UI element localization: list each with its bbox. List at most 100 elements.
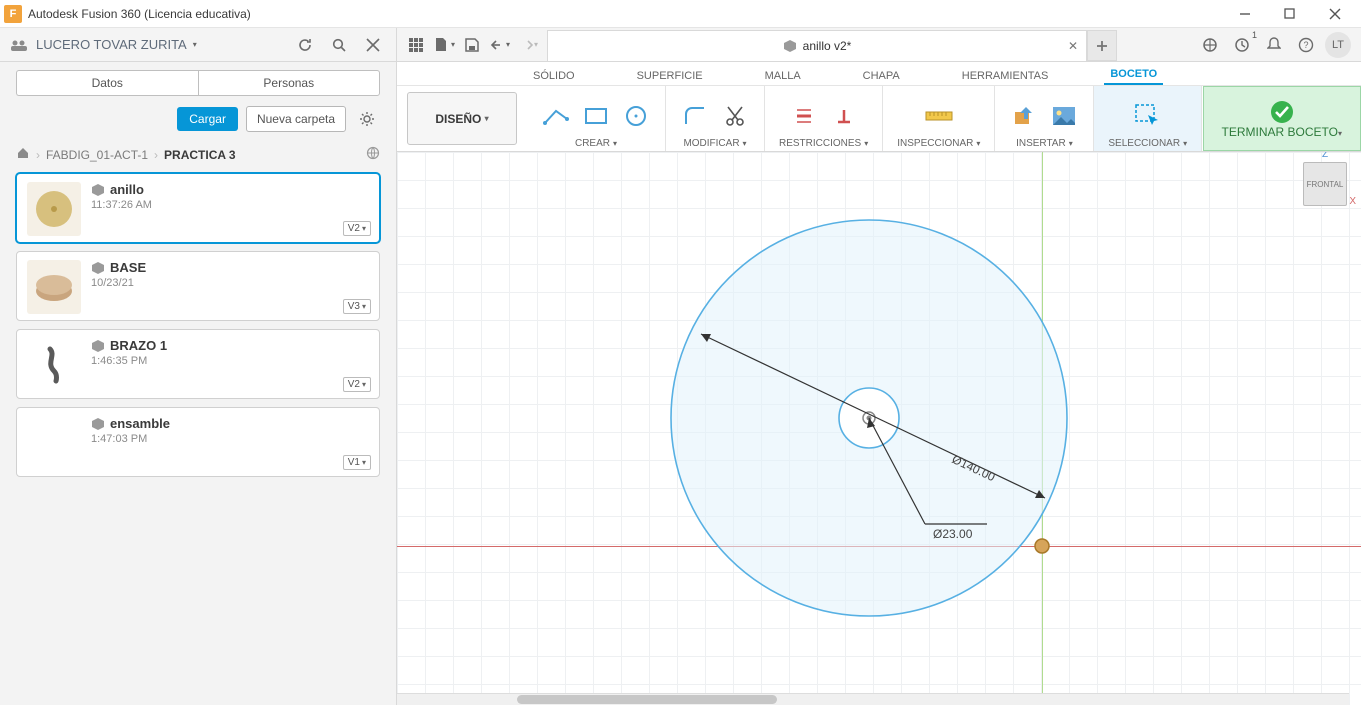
ribbon-tab-sheet[interactable]: CHAPA (857, 66, 906, 85)
axis-x-label: X (1349, 196, 1356, 207)
home-icon[interactable] (16, 146, 30, 163)
component-icon (91, 183, 105, 197)
notifications-button[interactable] (1261, 32, 1287, 58)
version-dropdown[interactable]: V3▾ (343, 299, 371, 314)
undo-button[interactable]: ▾ (487, 32, 513, 58)
team-name-dropdown[interactable]: LUCERO TOVAR ZURITA ▾ (36, 37, 197, 52)
ribbon-group-modify: MODIFICAR▾ (666, 86, 765, 151)
window-maximize-button[interactable] (1267, 0, 1312, 28)
chevron-down-icon: ▾ (193, 40, 197, 49)
line-tool-button[interactable] (541, 101, 571, 131)
job-status-button[interactable]: 1 (1229, 32, 1255, 58)
design-time: 10/23/21 (91, 277, 146, 289)
perpendicular-constraint-button[interactable] (829, 101, 859, 131)
save-button[interactable] (459, 32, 485, 58)
ribbon-tab-solid[interactable]: SÓLIDO (527, 66, 581, 85)
ribbon-group-label[interactable]: CREAR▾ (575, 136, 617, 149)
ribbon-group-create: CREAR▾ (527, 86, 666, 151)
upload-button[interactable]: Cargar (177, 107, 238, 131)
document-tab-label: anillo v2* (803, 39, 852, 53)
document-tab[interactable]: anillo v2* ✕ (547, 30, 1087, 61)
grid-apps-button[interactable] (403, 32, 429, 58)
ribbon-group-label[interactable]: RESTRICCIONES▾ (779, 136, 868, 149)
user-avatar[interactable]: LT (1325, 32, 1351, 58)
design-time: 11:37:26 AM (91, 199, 152, 211)
version-dropdown[interactable]: V2▾ (343, 377, 371, 392)
ribbon-tab-mesh[interactable]: MALLA (759, 66, 807, 85)
tab-data[interactable]: Datos (16, 70, 198, 96)
refresh-button[interactable] (292, 32, 318, 58)
design-card[interactable]: anillo 11:37:26 AM V2▾ (16, 173, 380, 243)
breadcrumb-separator: › (154, 148, 158, 162)
ribbon-group-label[interactable]: INSERTAR▾ (1016, 136, 1073, 149)
share-icon[interactable] (366, 146, 380, 163)
trim-tool-button[interactable] (720, 101, 750, 131)
breadcrumb-project[interactable]: FABDIG_01-ACT-1 (46, 148, 148, 162)
component-icon (783, 39, 797, 53)
window-minimize-button[interactable] (1222, 0, 1267, 28)
design-time: 1:47:03 PM (91, 433, 170, 445)
version-dropdown[interactable]: V2▾ (343, 221, 371, 236)
new-tab-button[interactable] (1087, 30, 1117, 61)
sketch-point[interactable] (1035, 539, 1049, 553)
ribbon-group-inspect: INSPECCIONAR▾ (883, 86, 995, 151)
breadcrumb: › FABDIG_01-ACT-1 › PRACTICA 3 (0, 142, 396, 173)
svg-text:Ø23.00: Ø23.00 (933, 527, 973, 541)
window-close-button[interactable] (1312, 0, 1357, 28)
design-list: anillo 11:37:26 AM V2▾ BASE 10/23/21 V3▾… (0, 173, 396, 477)
tab-people[interactable]: Personas (198, 70, 381, 96)
ribbon-tab-surface[interactable]: SUPERFICIE (631, 66, 709, 85)
finish-sketch-button[interactable]: TERMINAR BOCETO▾ (1203, 86, 1361, 151)
svg-text:?: ? (1303, 40, 1308, 50)
close-tab-button[interactable]: ✕ (1068, 39, 1078, 53)
ribbon-tab-tools[interactable]: HERRAMIENTAS (956, 66, 1055, 85)
insert-derive-button[interactable] (1009, 101, 1039, 131)
breadcrumb-folder[interactable]: PRACTICA 3 (164, 148, 236, 162)
design-card[interactable]: ensamble 1:47:03 PM V1▾ (16, 407, 380, 477)
fillet-tool-button[interactable] (680, 101, 710, 131)
axis-z-label: Z (1322, 152, 1328, 160)
new-folder-button[interactable]: Nueva carpeta (246, 106, 346, 132)
design-name: BASE (110, 260, 146, 275)
canvas[interactable]: Ø140.00 Ø23.00 Z FRONTAL X (397, 152, 1361, 705)
timeline-scrollbar[interactable] (397, 693, 1349, 705)
close-panel-button[interactable] (360, 32, 386, 58)
file-menu-button[interactable]: ▾ (431, 32, 457, 58)
design-card[interactable]: BASE 10/23/21 V3▾ (16, 251, 380, 321)
design-name: anillo (110, 182, 144, 197)
select-tool-button[interactable] (1133, 101, 1163, 131)
check-icon (1269, 99, 1295, 125)
settings-button[interactable] (354, 106, 380, 132)
measure-tool-button[interactable] (924, 101, 954, 131)
appbar-right: 1 ? LT (1187, 28, 1361, 61)
team-name-label: LUCERO TOVAR ZURITA (36, 37, 187, 52)
extensions-button[interactable] (1197, 32, 1223, 58)
component-icon (91, 339, 105, 353)
rectangle-tool-button[interactable] (581, 101, 611, 131)
chevron-down-icon: ▾ (451, 40, 455, 49)
ribbon-group-label[interactable]: SELECCIONAR▾ (1108, 136, 1187, 149)
scrollbar-thumb[interactable] (517, 695, 777, 704)
workspace-dropdown[interactable]: DISEÑO ▾ (407, 92, 517, 145)
redo-button[interactable]: ▾ (515, 32, 541, 58)
chevron-down-icon: ▾ (506, 40, 510, 49)
search-button[interactable] (326, 32, 352, 58)
ribbon-group-label[interactable]: INSPECCIONAR▾ (897, 136, 980, 149)
view-cube[interactable]: Z FRONTAL X (1303, 162, 1347, 206)
design-card[interactable]: BRAZO 1 1:46:35 PM V2▾ (16, 329, 380, 399)
help-button[interactable]: ? (1293, 32, 1319, 58)
data-panel: Datos Personas Cargar Nueva carpeta › FA… (0, 62, 397, 705)
insert-image-button[interactable] (1049, 101, 1079, 131)
ribbon-group-select: SELECCIONAR▾ (1094, 86, 1202, 151)
version-dropdown[interactable]: V1▾ (343, 455, 371, 470)
window-titlebar: F Autodesk Fusion 360 (Licencia educativ… (0, 0, 1361, 28)
circle-tool-button[interactable] (621, 101, 651, 131)
horizontal-constraint-button[interactable] (789, 101, 819, 131)
design-name: BRAZO 1 (110, 338, 167, 353)
team-icon (10, 38, 28, 52)
ribbon-group-label[interactable]: MODIFICAR▾ (683, 136, 746, 149)
design-name: ensamble (110, 416, 170, 431)
job-badge: 1 (1252, 30, 1257, 40)
view-cube-face: FRONTAL (1307, 180, 1344, 189)
ribbon-tab-sketch[interactable]: BOCETO (1104, 64, 1163, 85)
